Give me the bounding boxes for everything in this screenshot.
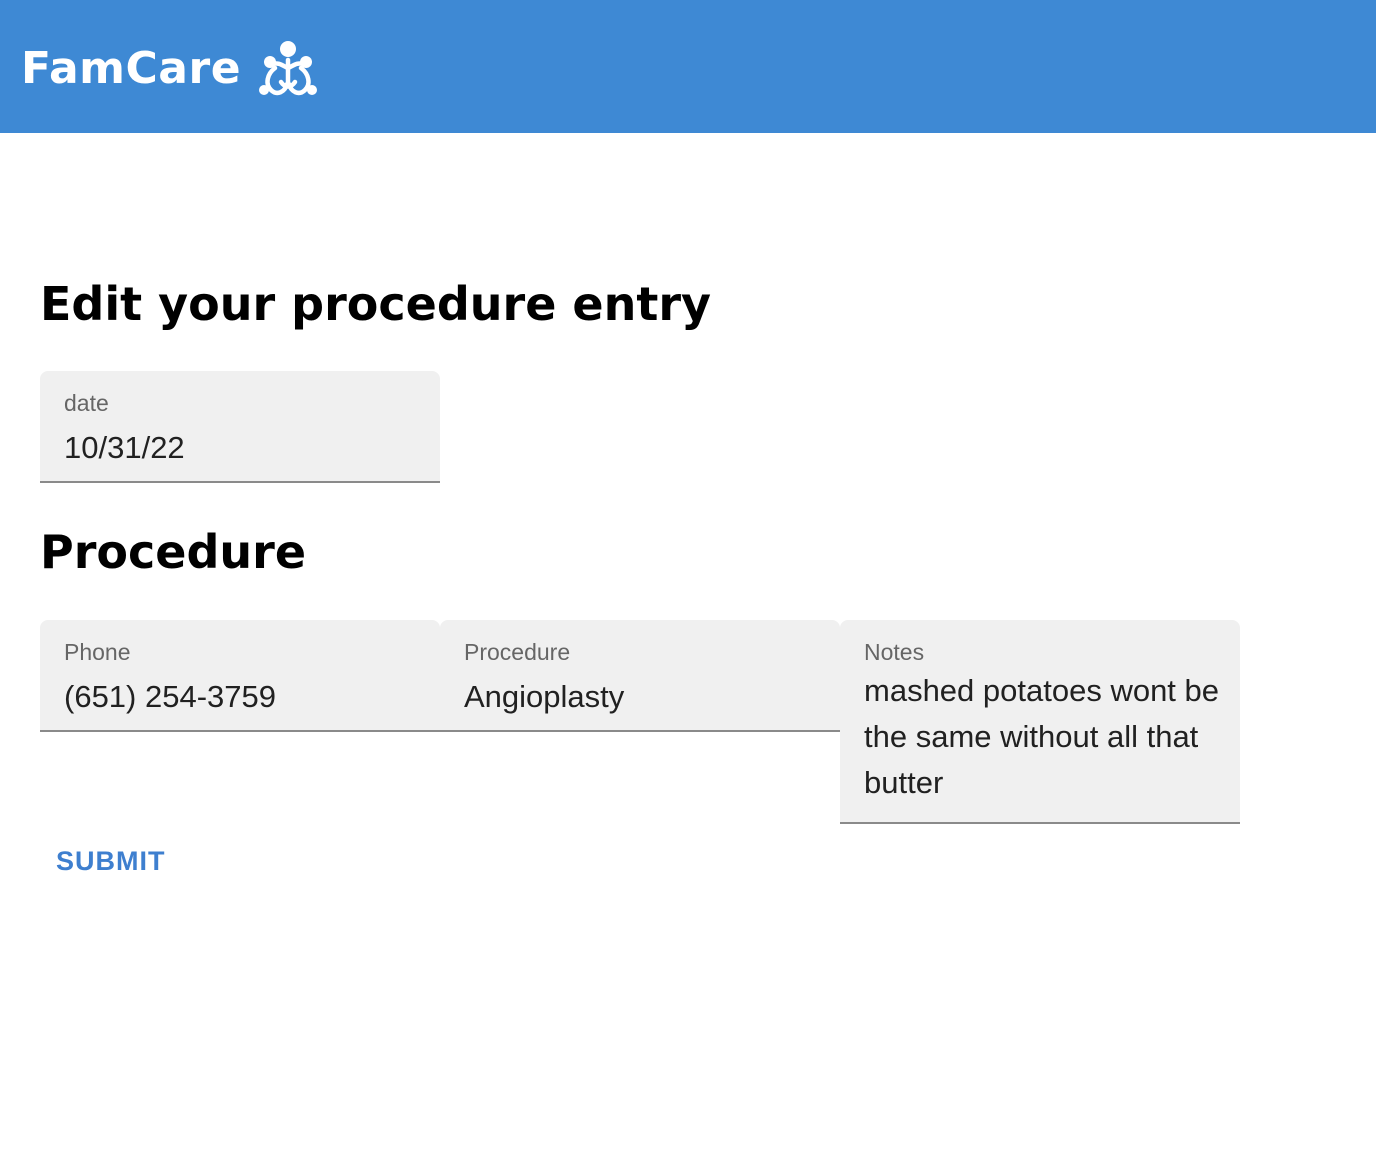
date-field-value[interactable]: 10/31/22 bbox=[64, 425, 420, 471]
procedure-field-value[interactable]: Angioplasty bbox=[464, 674, 820, 720]
notes-field[interactable]: Notes mashed potatoes wont be the same w… bbox=[840, 620, 1240, 824]
procedure-field[interactable]: Procedure Angioplasty bbox=[440, 620, 840, 732]
brand[interactable]: FamCare bbox=[21, 38, 321, 100]
family-care-icon bbox=[259, 41, 318, 96]
page-title: Edit your procedure entry bbox=[40, 277, 712, 331]
app-bar: FamCare bbox=[0, 0, 1376, 133]
phone-field-value[interactable]: (651) 254-3759 bbox=[64, 674, 420, 720]
submit-button[interactable]: SUBMIT bbox=[40, 834, 182, 888]
phone-field[interactable]: Phone (651) 254-3759 bbox=[40, 620, 440, 732]
phone-field-label: Phone bbox=[64, 639, 131, 665]
brand-name: FamCare bbox=[21, 43, 242, 94]
notes-field-label: Notes bbox=[864, 639, 925, 665]
date-field[interactable]: date 10/31/22 bbox=[40, 371, 440, 483]
section-title: Procedure bbox=[40, 525, 307, 579]
procedure-field-label: Procedure bbox=[464, 639, 571, 665]
date-field-label: date bbox=[64, 390, 109, 416]
notes-field-value[interactable]: mashed potatoes wont be the same without… bbox=[864, 668, 1220, 806]
